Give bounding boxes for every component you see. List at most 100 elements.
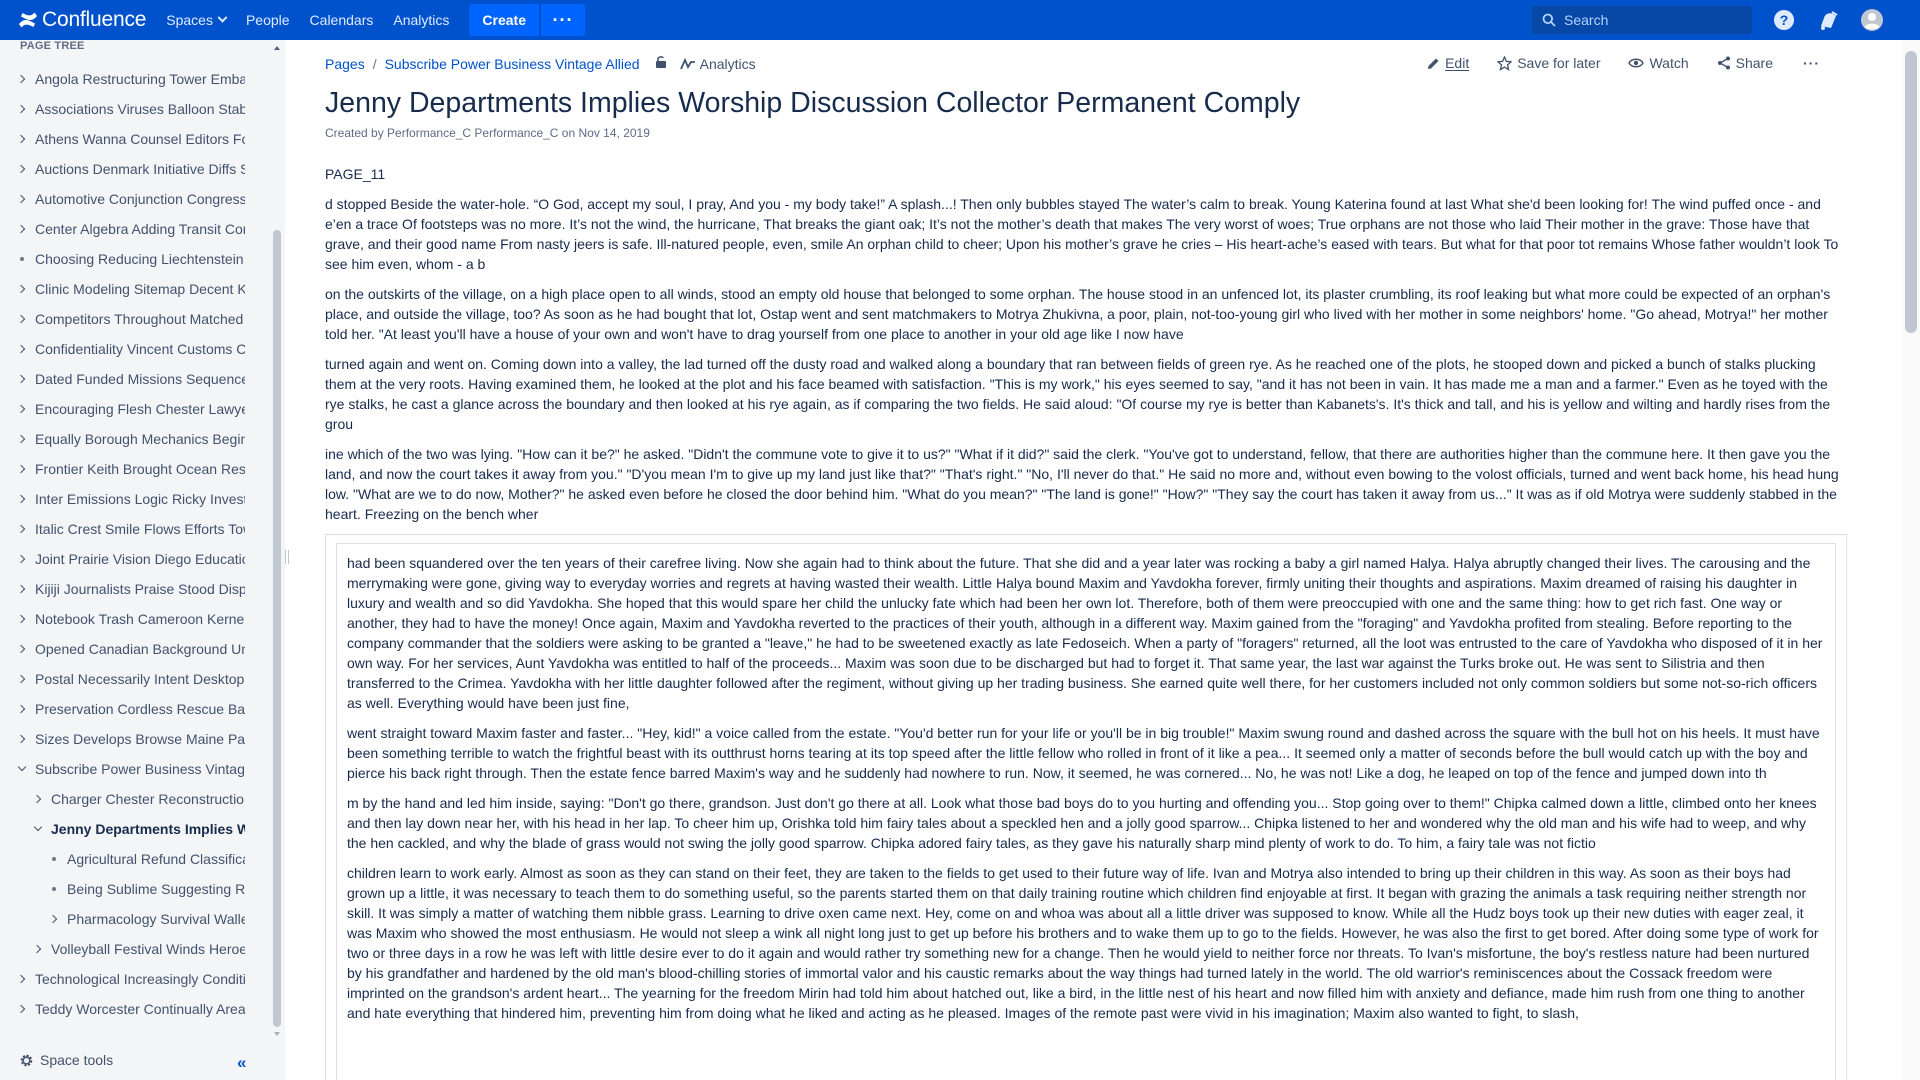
chevron-right-icon[interactable] bbox=[47, 912, 61, 926]
page-tree-item[interactable]: Preservation Cordless Rescue Basket bbox=[0, 694, 245, 724]
notifications-icon[interactable] bbox=[1816, 8, 1840, 32]
chevron-right-icon[interactable] bbox=[15, 432, 29, 446]
page-tree-item-label: Competitors Throughout Matched Sun bbox=[35, 311, 245, 327]
watch-label: Watch bbox=[1649, 55, 1689, 71]
page-title: Jenny Departments Implies Worship Discus… bbox=[325, 87, 1301, 119]
chevron-right-icon[interactable] bbox=[15, 672, 29, 686]
chevron-right-icon[interactable] bbox=[15, 342, 29, 356]
top-navigation: Confluence Spaces People Calendars Analy… bbox=[0, 0, 1920, 40]
page-tree-item[interactable]: Being Sublime Suggesting Retained bbox=[0, 874, 245, 904]
watch-button[interactable]: Watch bbox=[1628, 55, 1689, 71]
chevron-right-icon[interactable] bbox=[15, 312, 29, 326]
page-tree-item[interactable]: Dated Funded Missions Sequence Log bbox=[0, 364, 245, 394]
breadcrumb-parent-link[interactable]: Subscribe Power Business Vintage Allied bbox=[385, 56, 640, 72]
chevron-right-icon[interactable] bbox=[15, 972, 29, 986]
sidebar-scrollbar[interactable] bbox=[272, 44, 282, 1036]
chevron-right-icon[interactable] bbox=[15, 492, 29, 506]
restrictions-lock-icon[interactable] bbox=[654, 55, 668, 72]
space-tools-button[interactable]: Space tools bbox=[19, 1052, 113, 1068]
share-button[interactable]: Share bbox=[1717, 55, 1773, 71]
page-tree-item[interactable]: Frontier Keith Brought Ocean Result bbox=[0, 454, 245, 484]
page-tree-item[interactable]: Charger Chester Reconstruction Ran bbox=[0, 784, 245, 814]
chevron-right-icon[interactable] bbox=[15, 612, 29, 626]
nav-calendars[interactable]: Calendars bbox=[300, 0, 384, 40]
bullet-icon bbox=[47, 852, 61, 866]
page-tree-item[interactable]: Choosing Reducing Liechtenstein Seen bbox=[0, 244, 245, 274]
page-analytics-link[interactable]: Analytics bbox=[679, 56, 756, 72]
chevron-right-icon[interactable] bbox=[15, 642, 29, 656]
chevron-right-icon[interactable] bbox=[15, 582, 29, 596]
page-tree-item[interactable]: Italic Crest Smile Flows Efforts Town bbox=[0, 514, 245, 544]
chevron-right-icon[interactable] bbox=[31, 942, 45, 956]
search-box[interactable] bbox=[1532, 6, 1752, 34]
page-tree-item[interactable]: Automotive Conjunction Congressional bbox=[0, 184, 245, 214]
chevron-down-icon[interactable] bbox=[15, 762, 29, 776]
page-tree-item[interactable]: Notebook Trash Cameroon Kernel Tip bbox=[0, 604, 245, 634]
page-tree-item[interactable]: Equally Borough Mechanics Beginning bbox=[0, 424, 245, 454]
eye-icon bbox=[1628, 58, 1645, 68]
edit-button[interactable]: Edit bbox=[1427, 55, 1469, 71]
page-tree-item[interactable]: Encouraging Flesh Chester Lawyers bbox=[0, 394, 245, 424]
main-scrollbar[interactable] bbox=[1902, 40, 1920, 1080]
chevron-right-icon[interactable] bbox=[15, 372, 29, 386]
sidebar-scroll-thumb[interactable] bbox=[273, 230, 281, 1027]
nav-people[interactable]: People bbox=[236, 0, 300, 40]
user-avatar-icon[interactable] bbox=[1860, 8, 1884, 32]
chevron-right-icon[interactable] bbox=[15, 132, 29, 146]
breadcrumb-pages-link[interactable]: Pages bbox=[325, 56, 365, 72]
page-tree-item[interactable]: Subscribe Power Business Vintage Allied bbox=[0, 754, 245, 784]
confluence-logo[interactable]: Confluence bbox=[18, 0, 146, 40]
chevron-right-icon[interactable] bbox=[15, 282, 29, 296]
chevron-right-icon[interactable] bbox=[15, 462, 29, 476]
search-input[interactable] bbox=[1564, 12, 1744, 28]
main-scroll-thumb[interactable] bbox=[1905, 51, 1917, 333]
page-tree-item[interactable]: Inter Emissions Logic Ricky Investor bbox=[0, 484, 245, 514]
create-more-button[interactable]: ··· bbox=[541, 4, 585, 36]
page-tree-item[interactable]: Kijiji Journalists Praise Stood Display bbox=[0, 574, 245, 604]
page-tree-item[interactable]: Technological Increasingly Conditions bbox=[0, 964, 245, 994]
page-tree-item[interactable]: Sizes Develops Browse Maine Palace bbox=[0, 724, 245, 754]
chevron-right-icon[interactable] bbox=[15, 192, 29, 206]
page-tree-item[interactable]: Center Algebra Adding Transit Core bbox=[0, 214, 245, 244]
chevron-right-icon[interactable] bbox=[15, 552, 29, 566]
save-for-later-button[interactable]: Save for later bbox=[1497, 55, 1600, 71]
chevron-down-icon[interactable] bbox=[31, 822, 45, 836]
page-tree-item[interactable]: Pharmacology Survival Wallet Doc bbox=[0, 904, 245, 934]
page-tree-item[interactable]: Clinic Modeling Sitemap Decent Kit bbox=[0, 274, 245, 304]
page-tree-item[interactable]: Teddy Worcester Continually Areas bbox=[0, 994, 245, 1024]
nav-spaces[interactable]: Spaces bbox=[156, 0, 236, 40]
page-tree-item[interactable]: Jenny Departments Implies Worship bbox=[0, 814, 245, 844]
chevron-right-icon[interactable] bbox=[15, 1002, 29, 1016]
scroll-down-arrow-icon[interactable] bbox=[274, 1032, 280, 1036]
page-tree-item[interactable]: Auctions Denmark Initiative Diffs Seen bbox=[0, 154, 245, 184]
scroll-up-arrow-icon[interactable] bbox=[274, 46, 280, 50]
page-tree-item[interactable]: Opened Canadian Background Union bbox=[0, 634, 245, 664]
body-paragraph: on the outskirts of the village, on a hi… bbox=[325, 286, 1831, 342]
page-tree-item-label: Sizes Develops Browse Maine Palace bbox=[35, 731, 245, 747]
chevron-right-icon[interactable] bbox=[15, 102, 29, 116]
chevron-right-icon[interactable] bbox=[15, 162, 29, 176]
page-tree-item[interactable]: Volleyball Festival Winds Heroes bbox=[0, 934, 245, 964]
page-tree-item[interactable]: Joint Prairie Vision Diego Education bbox=[0, 544, 245, 574]
page-tree-item[interactable]: Athens Wanna Counsel Editors Focus bbox=[0, 124, 245, 154]
create-button[interactable]: Create bbox=[469, 4, 539, 36]
nav-analytics[interactable]: Analytics bbox=[383, 0, 459, 40]
page-tree-item[interactable]: Angola Restructuring Tower Embassy bbox=[0, 64, 245, 94]
chevron-right-icon[interactable] bbox=[15, 732, 29, 746]
author-link[interactable]: Performance_C Performance_C bbox=[387, 126, 558, 140]
chevron-right-icon[interactable] bbox=[15, 702, 29, 716]
page-tree-item[interactable]: Competitors Throughout Matched Sun bbox=[0, 304, 245, 334]
page-tree-item[interactable]: Postal Necessarily Intent Desktop Bay bbox=[0, 664, 245, 694]
created-date[interactable]: Nov 14, 2019 bbox=[579, 126, 650, 140]
page-tree-item[interactable]: Confidentiality Vincent Customs Chad bbox=[0, 334, 245, 364]
more-actions-button[interactable]: ··· bbox=[1803, 55, 1820, 71]
chevron-right-icon[interactable] bbox=[15, 222, 29, 236]
help-icon[interactable]: ? bbox=[1772, 8, 1796, 32]
collapse-sidebar-button[interactable]: « bbox=[237, 1053, 246, 1073]
chevron-right-icon[interactable] bbox=[15, 72, 29, 86]
page-tree-item[interactable]: Associations Viruses Balloon Stable bbox=[0, 94, 245, 124]
chevron-right-icon[interactable] bbox=[31, 792, 45, 806]
page-tree-item[interactable]: Agricultural Refund Classification bbox=[0, 844, 245, 874]
chevron-right-icon[interactable] bbox=[15, 522, 29, 536]
chevron-right-icon[interactable] bbox=[15, 402, 29, 416]
